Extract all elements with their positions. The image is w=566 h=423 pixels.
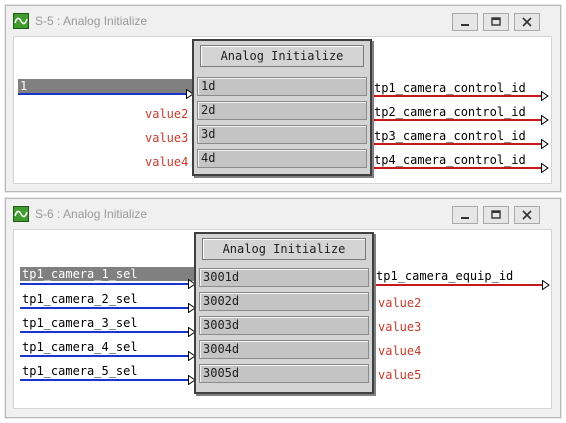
maximize-icon [491,17,501,26]
output-label-3[interactable]: tp3_camera_control_id [374,129,526,143]
input-label-1[interactable]: 1 [18,79,192,93]
app-signal-icon [13,13,29,29]
close-button[interactable] [514,206,540,224]
block-title: Analog Initialize [200,45,364,67]
minimize-button[interactable] [452,13,478,31]
input-wire[interactable] [20,331,190,333]
diagram-canvas[interactable]: tp1_camera_1_sel tp1_camera_2_sel tp1_ca… [13,229,552,409]
input-wire[interactable] [20,307,190,309]
input-wire[interactable] [20,379,190,381]
block-cell-1[interactable]: 1d [197,77,367,96]
block-cell-5[interactable]: 3005d [199,364,369,383]
maximize-icon [491,210,501,219]
analog-initialize-block[interactable]: Analog Initialize 3001d 3002d 3003d 3004… [194,232,374,394]
analog-initialize-window-s5[interactable]: S-5 : Analog Initialize 1 value2 value3 … [5,5,561,192]
close-icon [522,17,532,27]
block-title: Analog Initialize [202,238,366,260]
block-cell-3[interactable]: 3d [197,125,367,144]
output-arrow-icon [542,280,550,290]
output-arrow-icon [541,139,549,149]
input-label-2[interactable]: tp1_camera_2_sel [22,292,138,306]
minimize-icon [461,24,469,26]
input-label-value2[interactable]: value2 [145,107,188,121]
analog-initialize-block[interactable]: Analog Initialize 1d 2d 3d 4d [192,39,372,176]
output-label-4[interactable]: tp4_camera_control_id [374,153,526,167]
window-titlebar[interactable]: S-6 : Analog Initialize [6,199,560,229]
output-wire[interactable] [374,143,542,145]
block-cell-2[interactable]: 3002d [199,292,369,311]
output-label-1[interactable]: tp1_camera_equip_id [376,269,513,283]
input-label-1[interactable]: tp1_camera_1_sel [20,267,194,281]
input-wire[interactable] [20,283,190,285]
block-cell-4[interactable]: 4d [197,149,367,168]
close-button[interactable] [514,13,540,31]
input-label-value4[interactable]: value4 [145,155,188,169]
output-wire[interactable] [374,119,542,121]
window-titlebar[interactable]: S-5 : Analog Initialize [6,6,560,36]
output-arrow-icon [541,115,549,125]
minimize-icon [461,217,469,219]
close-icon [522,210,532,220]
output-label-2[interactable]: tp2_camera_control_id [374,105,526,119]
output-arrow-icon [541,163,549,173]
output-label-value3[interactable]: value3 [378,320,421,334]
output-arrow-icon [541,91,549,101]
output-label-value5[interactable]: value5 [378,368,421,382]
input-label-value3[interactable]: value3 [145,131,188,145]
input-label-5[interactable]: tp1_camera_5_sel [22,364,138,378]
minimize-button[interactable] [452,206,478,224]
input-label-3[interactable]: tp1_camera_3_sel [22,316,138,330]
output-label-1[interactable]: tp1_camera_control_id [374,81,526,95]
block-cell-2[interactable]: 2d [197,101,367,120]
output-label-value2[interactable]: value2 [378,296,421,310]
maximize-button[interactable] [483,13,509,31]
input-label-4[interactable]: tp1_camera_4_sel [22,340,138,354]
block-cell-4[interactable]: 3004d [199,340,369,359]
input-wire[interactable] [20,355,190,357]
input-wire[interactable] [18,93,188,95]
maximize-button[interactable] [483,206,509,224]
output-wire[interactable] [376,284,543,286]
window-title: S-6 : Analog Initialize [35,207,148,221]
output-wire[interactable] [374,167,542,169]
app-signal-icon [13,206,29,222]
output-label-value4[interactable]: value4 [378,344,421,358]
diagram-canvas[interactable]: 1 value2 value3 value4 Analog Initialize… [13,36,552,184]
block-cell-3[interactable]: 3003d [199,316,369,335]
output-wire[interactable] [374,95,542,97]
analog-initialize-window-s6[interactable]: S-6 : Analog Initialize tp1_camera_1_sel… [5,198,561,418]
window-title: S-5 : Analog Initialize [35,14,148,28]
block-cell-1[interactable]: 3001d [199,268,369,287]
